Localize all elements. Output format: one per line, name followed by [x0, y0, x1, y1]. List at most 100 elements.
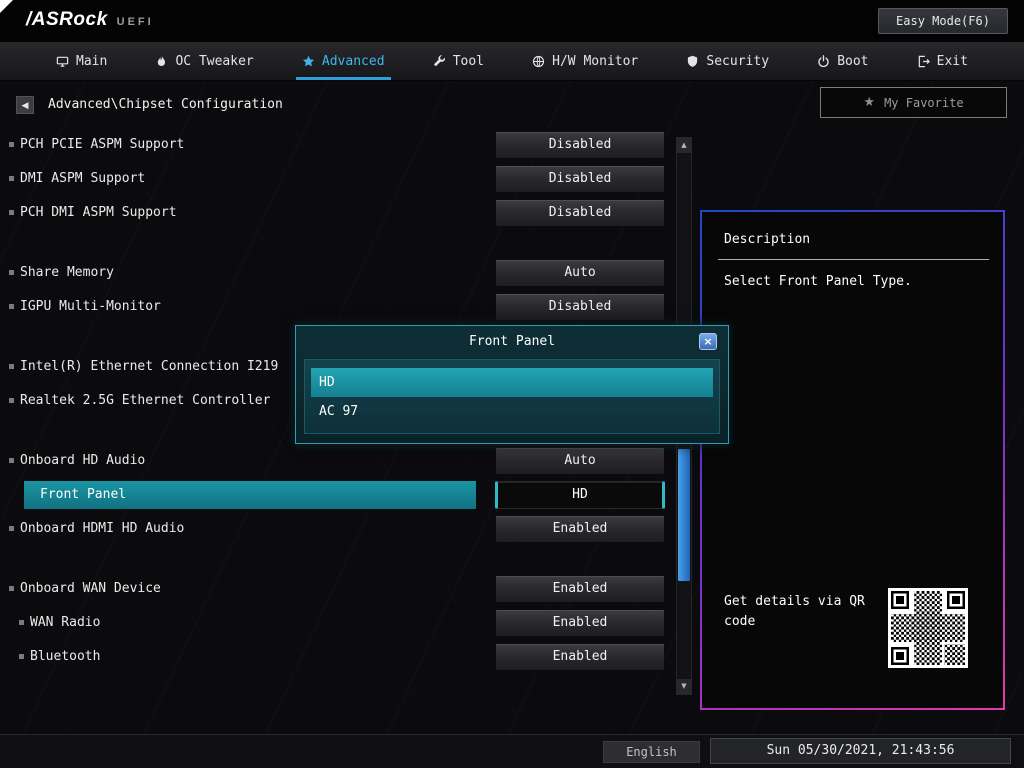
setting-value-button[interactable]: HD	[495, 481, 665, 509]
tab-exit[interactable]: Exit	[917, 42, 968, 80]
setting-value-button[interactable]: Disabled	[495, 165, 665, 193]
tab-label: Advanced	[321, 53, 385, 69]
easy-mode-button[interactable]: Easy Mode(F6)	[878, 8, 1008, 34]
option-hd[interactable]: HD	[311, 368, 713, 397]
top-bar: /ASRock UEFI Easy Mode(F6)	[0, 0, 1024, 42]
monitor-icon	[56, 55, 69, 68]
setting-label: Onboard HD Audio	[20, 453, 146, 468]
description-text: Select Front Panel Type.	[724, 274, 912, 289]
setting-row: Onboard HDMI HD Audio Enabled	[0, 515, 692, 543]
qr-code	[888, 588, 968, 668]
setting-row: Onboard HD Audio Auto	[0, 447, 692, 475]
setting-value-button[interactable]: Enabled	[495, 575, 665, 603]
setting-label: Intel(R) Ethernet Connection I219	[20, 359, 279, 374]
scrollbar-thumb[interactable]	[678, 449, 690, 581]
setting-label: PCH DMI ASPM Support	[20, 205, 177, 220]
tab-label: Main	[76, 53, 108, 69]
flame-icon	[155, 55, 168, 68]
tab-tool[interactable]: Tool	[433, 42, 484, 80]
setting-row: DMI ASPM Support Disabled	[0, 165, 692, 193]
my-favorite-button[interactable]: ★ My Favorite	[820, 87, 1007, 118]
bottom-bar: English Sun 05/30/2021, 21:43:56	[0, 734, 1024, 768]
description-panel: Description Select Front Panel Type. Get…	[700, 210, 1005, 710]
setting-row: Onboard WAN Device Enabled	[0, 575, 692, 603]
my-favorite-label: My Favorite	[884, 95, 964, 110]
setting-label: Onboard WAN Device	[20, 581, 161, 596]
qr-caption: Get details via QR code	[724, 594, 865, 629]
exit-icon	[917, 55, 930, 68]
tab-label: H/W Monitor	[552, 53, 639, 69]
close-button[interactable]: ×	[699, 333, 717, 350]
back-arrow-icon: ◀	[21, 100, 29, 110]
language-button[interactable]: English	[603, 741, 700, 763]
setting-value-button[interactable]: Enabled	[495, 609, 665, 637]
item-bullet-icon	[19, 620, 24, 625]
description-divider	[718, 259, 989, 260]
setting-row: Bluetooth Enabled	[0, 643, 692, 671]
setting-row: PCH DMI ASPM Support Disabled	[0, 199, 692, 227]
logo-uefi-text: UEFI	[116, 16, 154, 28]
setting-value-button[interactable]: Auto	[495, 259, 665, 287]
item-bullet-icon	[9, 210, 14, 215]
item-bullet-icon	[9, 142, 14, 147]
bios-screen: /ASRock UEFI Easy Mode(F6) Main OC Tweak…	[0, 0, 1024, 768]
globe-icon	[532, 55, 545, 68]
setting-label: PCH PCIE ASPM Support	[20, 137, 185, 152]
setting-label: Onboard HDMI HD Audio	[20, 521, 185, 536]
back-button[interactable]: ◀	[16, 96, 34, 114]
tab-hw-monitor[interactable]: H/W Monitor	[532, 42, 638, 80]
scroll-down-button[interactable]: ▼	[677, 679, 691, 694]
setting-value-button[interactable]: Disabled	[495, 131, 665, 159]
setting-label: DMI ASPM Support	[20, 171, 146, 186]
tab-main[interactable]: Main	[56, 42, 107, 80]
dialog-option-list: HD AC 97	[304, 359, 720, 434]
item-bullet-icon	[19, 654, 24, 659]
setting-label: Bluetooth	[30, 649, 101, 664]
front-panel-dialog: Front Panel × HD AC 97	[295, 325, 729, 444]
item-bullet-icon	[9, 586, 14, 591]
item-bullet-icon	[9, 398, 14, 403]
setting-label: WAN Radio	[30, 615, 101, 630]
setting-label: Share Memory	[20, 265, 114, 280]
tab-label: Boot	[837, 53, 869, 69]
tab-label: Security	[706, 53, 770, 69]
selected-row-highlight[interactable]: Front Panel	[24, 481, 476, 509]
item-bullet-icon	[9, 526, 14, 531]
item-bullet-icon	[9, 176, 14, 181]
close-icon: ×	[703, 334, 713, 348]
corner-decoration	[0, 0, 13, 13]
tab-label: Tool	[452, 53, 484, 69]
logo-text: /ASRock	[26, 9, 108, 30]
item-bullet-icon	[9, 458, 14, 463]
scroll-up-button[interactable]: ▲	[677, 138, 691, 153]
setting-label: IGPU Multi-Monitor	[20, 299, 161, 314]
item-bullet-icon	[9, 364, 14, 369]
tab-oc-tweaker[interactable]: OC Tweaker	[155, 42, 254, 80]
setting-value-button[interactable]: Auto	[495, 447, 665, 475]
shield-icon	[686, 55, 699, 68]
setting-value-button[interactable]: Disabled	[495, 199, 665, 227]
wrench-icon	[433, 54, 446, 68]
setting-row: WAN Radio Enabled	[0, 609, 692, 637]
option-ac97[interactable]: AC 97	[311, 397, 713, 426]
setting-value-button[interactable]: Disabled	[495, 293, 665, 321]
star-icon: ★	[863, 95, 876, 110]
setting-value-button[interactable]: Enabled	[495, 643, 665, 671]
setting-label: Realtek 2.5G Ethernet Controller	[20, 393, 271, 408]
star-icon	[302, 55, 315, 68]
tab-advanced[interactable]: Advanced	[295, 42, 391, 80]
nav-tabs: Main OC Tweaker Advanced Tool H/W Monito…	[0, 42, 1024, 81]
tab-label: OC Tweaker	[175, 53, 254, 69]
tab-boot[interactable]: Boot	[817, 42, 869, 80]
setting-label: Front Panel	[40, 487, 127, 502]
datetime-display: Sun 05/30/2021, 21:43:56	[710, 738, 1011, 764]
breadcrumb: Advanced\Chipset Configuration	[48, 97, 283, 112]
dialog-title: Front Panel	[468, 334, 556, 349]
asrock-logo: /ASRock UEFI	[26, 9, 154, 31]
setting-value-button[interactable]: Enabled	[495, 515, 665, 543]
setting-row: Share Memory Auto	[0, 259, 692, 287]
item-bullet-icon	[9, 270, 14, 275]
tab-security[interactable]: Security	[686, 42, 769, 80]
item-bullet-icon	[9, 304, 14, 309]
tab-label: Exit	[936, 53, 968, 69]
